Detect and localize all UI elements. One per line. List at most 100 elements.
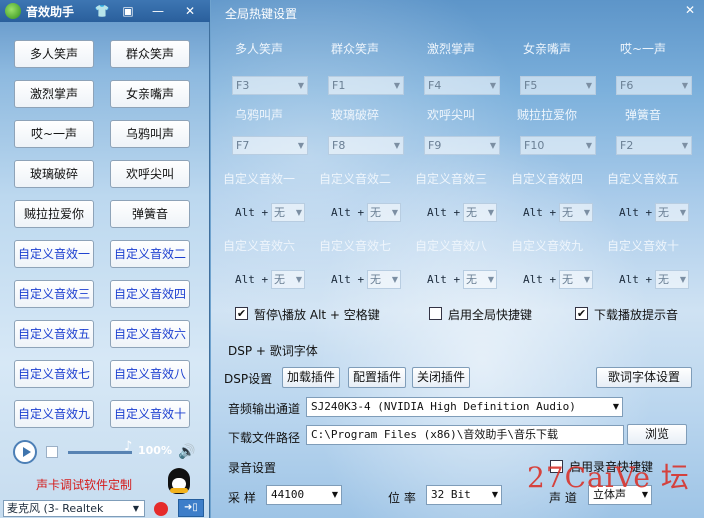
- alt-modifier-label: Alt +: [619, 273, 653, 286]
- download-path-value: C:\Program Files (x86)\音效助手\音乐下载: [311, 428, 558, 441]
- custom-hotkey-label: 自定义音效七: [318, 239, 391, 253]
- dsp-section-title: DSP + 歌词字体: [228, 344, 318, 358]
- stop-icon[interactable]: [46, 446, 58, 458]
- custom-sound-button-6[interactable]: 自定义音效六: [110, 320, 190, 348]
- sound-button-8[interactable]: 欢呼尖叫: [110, 160, 190, 188]
- audio-output-select[interactable]: SJ240K3-4 (NVIDIA High Definition Audio)…: [306, 397, 623, 417]
- download-tone-label: 下载播放提示音: [594, 308, 679, 322]
- exit-icon[interactable]: ➜▯: [178, 499, 204, 517]
- hotkey-label: 弹簧音: [624, 108, 661, 122]
- close-plugin-button[interactable]: 关闭插件: [412, 367, 470, 388]
- record-icon[interactable]: [154, 502, 168, 516]
- custom-hotkey-key-select[interactable]: 无 ▼: [559, 270, 593, 289]
- custom-sound-button-3[interactable]: 自定义音效三: [14, 280, 94, 308]
- hotkey-key-value: F7: [236, 139, 250, 152]
- alt-modifier-label: Alt +: [235, 273, 269, 286]
- sound-button-1[interactable]: 多人笑声: [14, 40, 94, 68]
- pause-play-checkbox[interactable]: ✔: [235, 307, 248, 320]
- custom-sound-button-4[interactable]: 自定义音效四: [110, 280, 190, 308]
- play-icon[interactable]: [13, 440, 37, 464]
- sound-button-10[interactable]: 弹簧音: [110, 200, 190, 228]
- sound-button-9[interactable]: 贼拉拉爱你: [14, 200, 94, 228]
- custom-hotkey-label: 自定义音效四: [510, 172, 583, 186]
- sound-button-4[interactable]: 女亲嘴声: [110, 80, 190, 108]
- browse-button[interactable]: 浏览: [627, 424, 687, 445]
- dropdown-arrow-icon: ▼: [297, 81, 304, 90]
- minimize-icon[interactable]: —: [150, 3, 166, 19]
- custom-hotkey-key-select[interactable]: 无 ▼: [463, 270, 497, 289]
- menu-icon[interactable]: ▣: [120, 3, 136, 19]
- download-path-input[interactable]: C:\Program Files (x86)\音效助手\音乐下载: [306, 425, 624, 445]
- dropdown-arrow-icon: ▼: [295, 275, 302, 284]
- dropdown-arrow-icon: ▼: [391, 275, 398, 284]
- custom-hotkey-key-value: 无: [658, 206, 669, 219]
- hotkey-key-select[interactable]: F10 ▼: [520, 136, 596, 155]
- custom-hotkey-key-select[interactable]: 无 ▼: [655, 270, 689, 289]
- dropdown-arrow-icon: ▼: [297, 141, 304, 150]
- sound-button-2[interactable]: 群众笑声: [110, 40, 190, 68]
- custom-hotkey-label: 自定义音效五: [606, 172, 679, 186]
- volume-slider[interactable]: [68, 451, 132, 454]
- close-icon[interactable]: ✕: [682, 2, 698, 18]
- alt-modifier-label: Alt +: [427, 206, 461, 219]
- custom-hotkey-key-select[interactable]: 无 ▼: [463, 203, 497, 222]
- custom-hotkey-label: 自定义音效三: [414, 172, 487, 186]
- global-hotkey-checkbox[interactable]: [429, 307, 442, 320]
- sound-button-6[interactable]: 乌鸦叫声: [110, 120, 190, 148]
- bit-rate-select[interactable]: 32 Bit ▼: [426, 485, 502, 505]
- hotkey-key-value: F1: [332, 79, 346, 92]
- hotkey-key-select[interactable]: F8 ▼: [328, 136, 404, 155]
- hotkey-key-select[interactable]: F4 ▼: [424, 76, 500, 95]
- dropdown-arrow-icon: ▼: [583, 275, 590, 284]
- custom-sound-button-9[interactable]: 自定义音效九: [14, 400, 94, 428]
- custom-sound-button-2[interactable]: 自定义音效二: [110, 240, 190, 268]
- dropdown-arrow-icon: ▼: [487, 275, 494, 284]
- sound-button-5[interactable]: 哎~一声: [14, 120, 94, 148]
- hotkey-label: 乌鸦叫声: [234, 108, 283, 122]
- dropdown-arrow-icon: ▼: [393, 141, 400, 150]
- hotkey-key-select[interactable]: F5 ▼: [520, 76, 596, 95]
- hotkey-key-select[interactable]: F7 ▼: [232, 136, 308, 155]
- skin-shirt-icon[interactable]: 👕: [94, 3, 110, 19]
- dropdown-arrow-icon: ▼: [295, 208, 302, 217]
- dropdown-arrow-icon: ▼: [489, 141, 496, 150]
- custom-hotkey-key-select[interactable]: 无 ▼: [271, 270, 305, 289]
- hotkey-key-select[interactable]: F1 ▼: [328, 76, 404, 95]
- custom-hotkey-key-select[interactable]: 无 ▼: [271, 203, 305, 222]
- qq-penguin-icon[interactable]: [168, 468, 190, 494]
- lyric-font-button[interactable]: 歌词字体设置: [596, 367, 692, 388]
- custom-hotkey-label: 自定义音效八: [414, 239, 487, 253]
- sound-button-7[interactable]: 玻璃破碎: [14, 160, 94, 188]
- custom-hotkey-key-select[interactable]: 无 ▼: [367, 203, 401, 222]
- dropdown-arrow-icon: ▼: [393, 81, 400, 90]
- custom-hotkey-key-select[interactable]: 无 ▼: [367, 270, 401, 289]
- microphone-select[interactable]: 麦克风 (3- Realtek ▼: [3, 500, 145, 517]
- custom-sound-button-1[interactable]: 自定义音效一: [14, 240, 94, 268]
- sample-rate-select[interactable]: 44100 ▼: [266, 485, 342, 505]
- dsp-settings-label: DSP设置: [224, 372, 273, 386]
- app-title: 音效助手: [26, 5, 75, 19]
- custom-sound-button-7[interactable]: 自定义音效七: [14, 360, 94, 388]
- hotkey-key-select[interactable]: F6 ▼: [616, 76, 692, 95]
- custom-sound-button-10[interactable]: 自定义音效十: [110, 400, 190, 428]
- volume-knob-icon[interactable]: ♪: [124, 440, 134, 454]
- speaker-icon[interactable]: 🔊: [178, 442, 198, 462]
- hotkey-label: 女亲嘴声: [522, 42, 571, 56]
- custom-hotkey-key-select[interactable]: 无 ▼: [655, 203, 689, 222]
- sound-button-3[interactable]: 激烈掌声: [14, 80, 94, 108]
- hotkey-key-select[interactable]: F3 ▼: [232, 76, 308, 95]
- hotkey-key-value: F6: [620, 79, 634, 92]
- soundcard-custom-link[interactable]: 声卡调试软件定制: [36, 476, 132, 493]
- config-plugin-button[interactable]: 配置插件: [348, 367, 406, 388]
- alt-modifier-label: Alt +: [523, 273, 557, 286]
- custom-hotkey-key-select[interactable]: 无 ▼: [559, 203, 593, 222]
- load-plugin-button[interactable]: 加载插件: [282, 367, 340, 388]
- download-tone-checkbox[interactable]: ✔: [575, 307, 588, 320]
- close-icon[interactable]: ✕: [182, 3, 198, 19]
- hotkey-key-select[interactable]: F9 ▼: [424, 136, 500, 155]
- custom-sound-button-5[interactable]: 自定义音效五: [14, 320, 94, 348]
- audio-output-label: 音频输出通道: [228, 402, 301, 416]
- alt-modifier-label: Alt +: [619, 206, 653, 219]
- custom-sound-button-8[interactable]: 自定义音效八: [110, 360, 190, 388]
- hotkey-key-select[interactable]: F2 ▼: [616, 136, 692, 155]
